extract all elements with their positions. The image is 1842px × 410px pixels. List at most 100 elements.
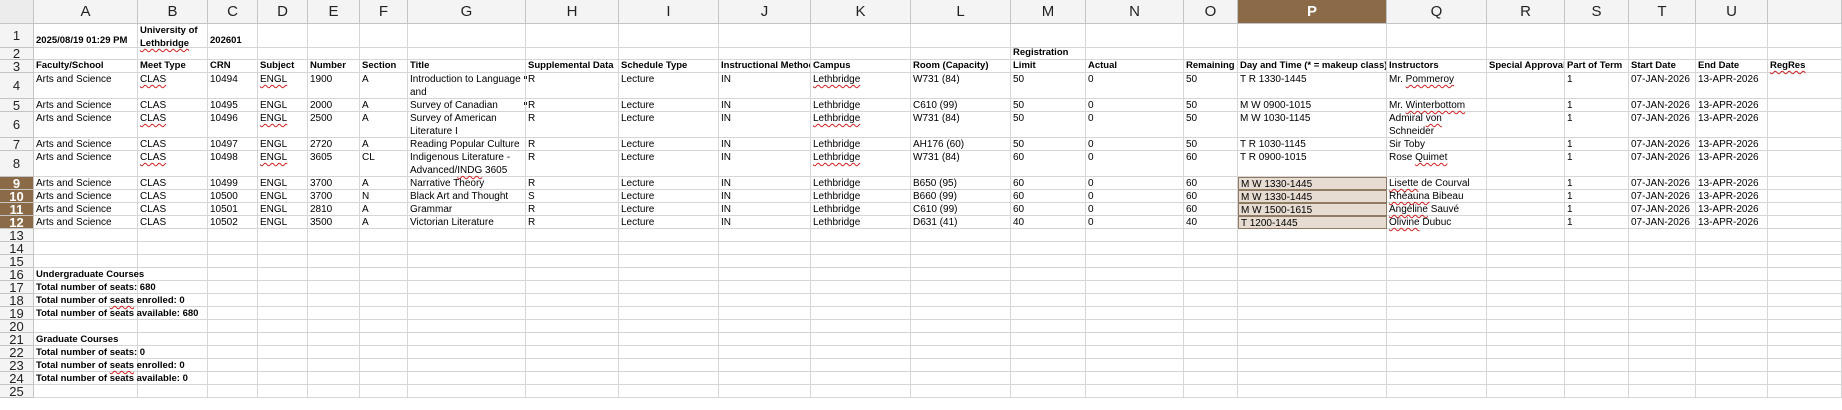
cell-l5[interactable]: C610 (99) [911,99,1011,112]
cell-g9[interactable]: Narrative Theory [408,177,526,190]
cell-n14[interactable] [1086,242,1184,255]
cell-r7[interactable] [1487,138,1565,151]
cell-e18[interactable] [308,294,360,307]
cell-n17[interactable] [1086,281,1184,294]
cell-g15[interactable] [408,255,526,268]
cell-h3[interactable]: Supplemental Data [526,60,619,73]
cell-d21[interactable] [258,333,308,346]
cell-d6[interactable]: ENGL [258,112,308,138]
cell-p9[interactable]: M W 1330-1445 [1238,177,1387,190]
cell-c10[interactable]: 10500 [208,190,258,203]
cell-q21[interactable] [1387,333,1487,346]
cell-a8[interactable]: Arts and Science [34,151,138,177]
cell-f24[interactable] [360,372,408,385]
cell-i16[interactable] [619,268,719,281]
cell-t8[interactable]: 07-JAN-2026 [1629,151,1696,177]
cell-i19[interactable] [619,307,719,320]
column-header-b[interactable]: B [138,0,208,24]
cell-i6[interactable]: Lecture [619,112,719,138]
cell-p13[interactable] [1238,229,1387,242]
cell-j9[interactable]: IN [719,177,811,190]
cell-v6[interactable] [1768,112,1842,138]
cell-h16[interactable] [526,268,619,281]
cell-e12[interactable]: 3500 [308,216,360,229]
cell-e9[interactable]: 3700 [308,177,360,190]
cell-p7[interactable]: T R 1030-1145 [1238,138,1387,151]
cell-u3[interactable]: End Date [1696,60,1768,73]
cell-s10[interactable]: 1 [1565,190,1629,203]
cell-h20[interactable] [526,320,619,333]
cell-c6[interactable]: 10496 [208,112,258,138]
cell-j7[interactable]: IN [719,138,811,151]
cell-j20[interactable] [719,320,811,333]
cell-l14[interactable] [911,242,1011,255]
cell-o22[interactable] [1184,346,1238,359]
cell-r14[interactable] [1487,242,1565,255]
cell-m4[interactable]: 50 [1011,73,1086,99]
cell-h9[interactable]: R [526,177,619,190]
cell-q2[interactable] [1387,48,1487,60]
cell-m13[interactable] [1011,229,1086,242]
cell-r11[interactable] [1487,203,1565,216]
row-header-8[interactable]: 8 [0,151,34,177]
cell-l13[interactable] [911,229,1011,242]
column-header-a[interactable]: A [34,0,138,24]
cell-e16[interactable] [308,268,360,281]
cell-l17[interactable] [911,281,1011,294]
cell-e17[interactable] [308,281,360,294]
cell-a4[interactable]: Arts and Science [34,73,138,99]
cell-o4[interactable]: 50 [1184,73,1238,99]
cell-e5[interactable]: 2000 [308,99,360,112]
cell-d19[interactable] [258,307,308,320]
cell-k10[interactable]: Lethbridge [811,190,911,203]
cell-m10[interactable]: 60 [1011,190,1086,203]
cell-r22[interactable] [1487,346,1565,359]
cell-b1[interactable]: University of Lethbridge [138,24,208,49]
cell-q25[interactable] [1387,385,1487,398]
cell-f3[interactable]: Section [360,60,408,73]
cell-m5[interactable]: 50 [1011,99,1086,112]
cell-i23[interactable] [619,359,719,372]
cell-t4[interactable]: 07-JAN-2026 [1629,73,1696,99]
cell-q1[interactable] [1387,24,1487,48]
cell-c12[interactable]: 10502 [208,216,258,229]
cell-j14[interactable] [719,242,811,255]
column-header-e[interactable]: E [308,0,360,24]
cell-e24[interactable] [308,372,360,385]
cell-c7[interactable]: 10497 [208,138,258,151]
cell-j23[interactable] [719,359,811,372]
cell-c18[interactable] [208,294,258,307]
cell-m15[interactable] [1011,255,1086,268]
cell-g8[interactable]: Indigenous Literature - Advanced/INDG 36… [408,151,526,177]
cell-m25[interactable] [1011,385,1086,398]
cell-s8[interactable]: 1 [1565,151,1629,177]
cell-j10[interactable]: IN [719,190,811,203]
cell-a17[interactable]: Total number of seats: 680 [34,281,156,294]
cell-h24[interactable] [526,372,619,385]
cell-n9[interactable]: 0 [1086,177,1184,190]
cell-m11[interactable]: 60 [1011,203,1086,216]
cell-t6[interactable]: 07-JAN-2026 [1629,112,1696,138]
cell-r6[interactable] [1487,112,1565,138]
cell-i2[interactable] [619,48,719,60]
row-header-25[interactable]: 25 [0,384,34,399]
cell-r3[interactable]: Special Approval [1487,60,1565,73]
cell-j5[interactable]: IN [719,99,811,112]
row-header-4[interactable]: 4 [0,73,34,99]
cell-k20[interactable] [811,320,911,333]
cell-k24[interactable] [811,372,911,385]
cell-v17[interactable] [1768,281,1842,294]
cell-o1[interactable] [1184,24,1238,48]
cell-m23[interactable] [1011,359,1086,372]
cell-l2[interactable] [911,48,1011,60]
cell-q6[interactable]: Admiral von Schneider [1387,112,1487,138]
cell-f14[interactable] [360,242,408,255]
cell-g24[interactable] [408,372,526,385]
cell-i12[interactable]: Lecture [619,216,719,229]
cell-u25[interactable] [1696,385,1768,398]
cell-h23[interactable] [526,359,619,372]
cell-e3[interactable]: Number [308,60,360,73]
column-header-p[interactable]: P [1238,0,1387,24]
cell-d9[interactable]: ENGL [258,177,308,190]
cell-r12[interactable] [1487,216,1565,229]
